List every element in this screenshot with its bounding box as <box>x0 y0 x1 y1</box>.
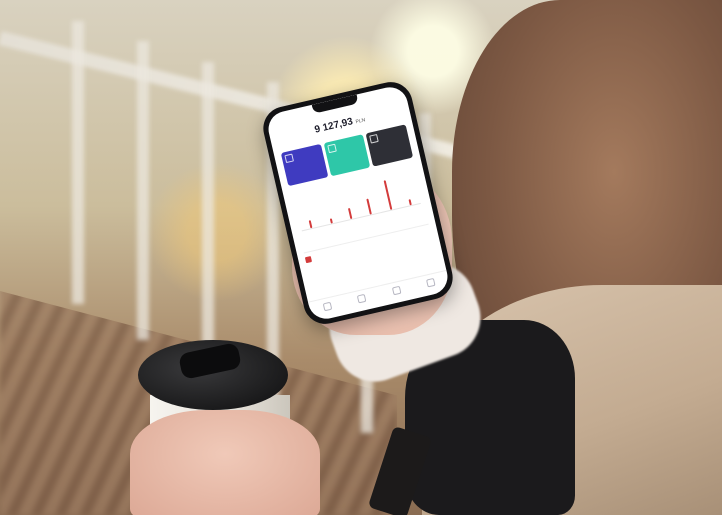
chart-bar <box>308 220 313 229</box>
railing-post <box>137 41 150 340</box>
card-icon <box>284 153 294 164</box>
photo-scene: 9 127,93 PLN <box>0 0 722 515</box>
transaction-icon <box>304 255 313 264</box>
card-icon <box>369 133 380 144</box>
payments-icon <box>391 285 402 296</box>
profile-icon <box>426 277 436 288</box>
account-card-teal <box>323 134 371 177</box>
home-icon <box>322 301 333 312</box>
card-icon <box>326 143 337 154</box>
phone-notch <box>311 94 359 114</box>
chart-bar <box>366 198 373 215</box>
hand-holding-cup <box>130 410 320 515</box>
railing-post <box>72 20 85 304</box>
balance-amount: 9 127,93 <box>313 116 354 136</box>
balance-currency: PLN <box>355 117 366 126</box>
cards-icon <box>357 293 367 304</box>
chart-axis <box>301 202 421 232</box>
chart-bar <box>329 218 333 224</box>
chart-bar <box>408 198 412 206</box>
chart-bar <box>383 179 392 211</box>
railing-post <box>202 61 215 371</box>
chart-bar <box>347 207 353 220</box>
account-card-dark <box>365 124 414 167</box>
account-card-blue <box>280 143 329 187</box>
